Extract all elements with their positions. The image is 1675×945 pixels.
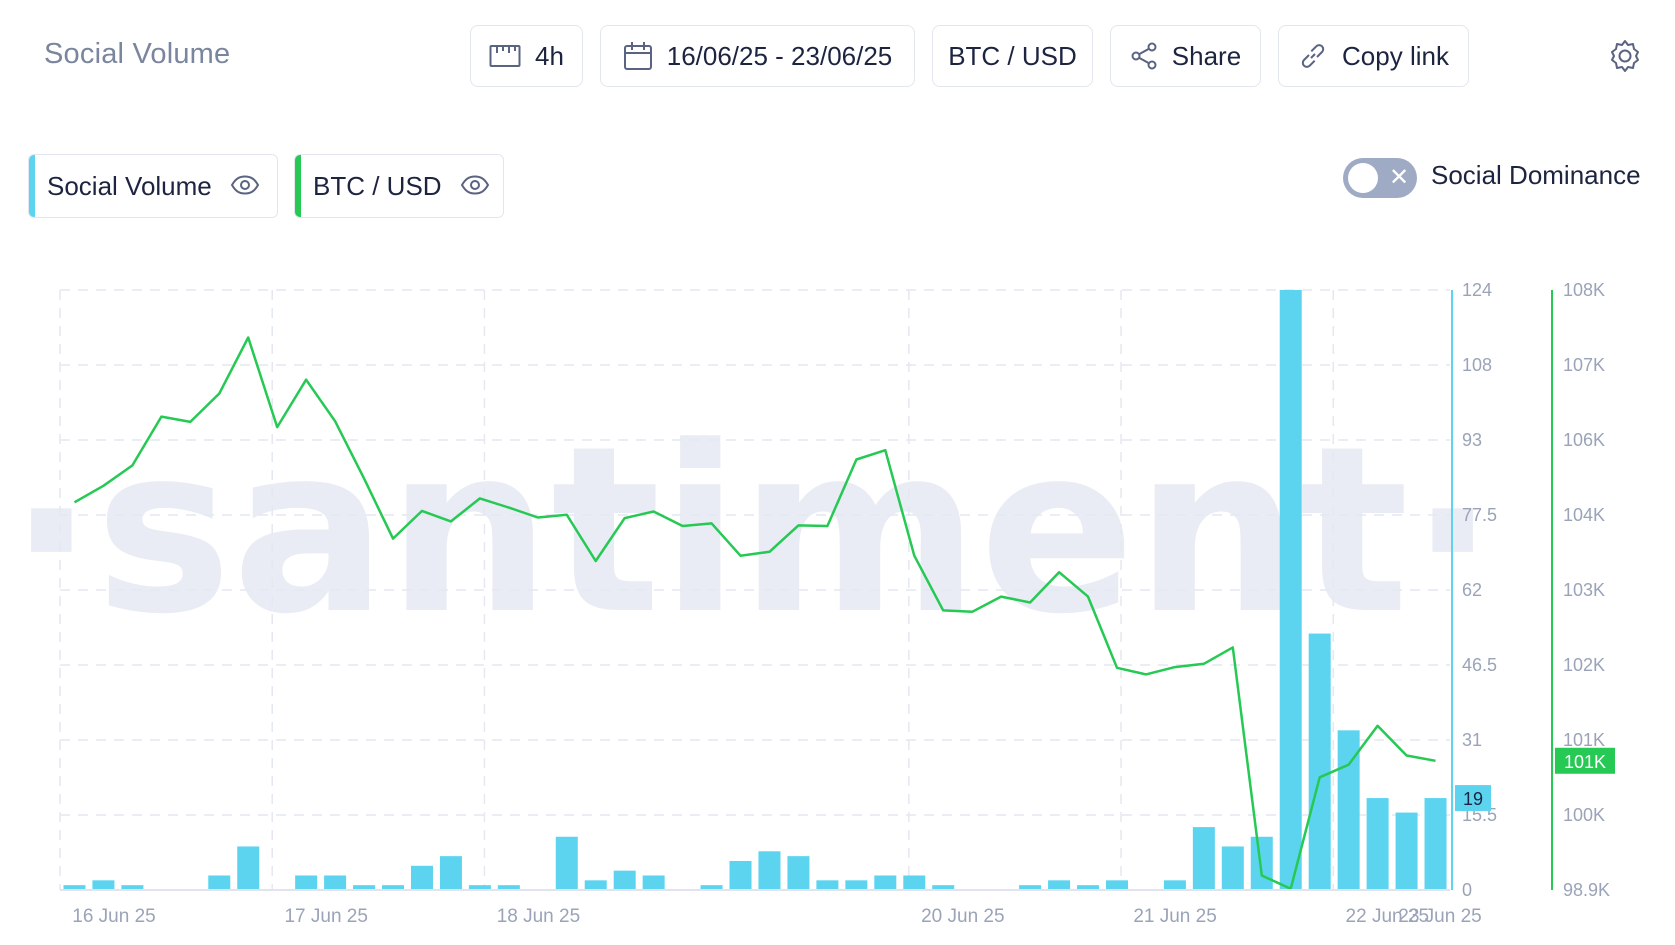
- volume-bar[interactable]: [237, 846, 260, 890]
- volume-bar[interactable]: [208, 875, 231, 890]
- volume-bar[interactable]: [1192, 827, 1215, 890]
- volume-bar[interactable]: [758, 851, 781, 890]
- volume-axis-tick: 31: [1462, 730, 1482, 750]
- volume-bar[interactable]: [1279, 290, 1302, 890]
- volume-bar[interactable]: [1163, 880, 1186, 890]
- volume-bar[interactable]: [410, 865, 433, 890]
- price-axis-tick: 103K: [1563, 580, 1605, 600]
- price-axis-tick: 108K: [1563, 280, 1605, 300]
- volume-bar[interactable]: [439, 856, 462, 890]
- price-axis-tick: 101K: [1563, 730, 1605, 750]
- price-axis-tick: 98.9K: [1563, 880, 1610, 900]
- x-axis-tick: 23 Jun 25: [1398, 906, 1481, 927]
- price-axis-tick: 106K: [1563, 430, 1605, 450]
- volume-bar[interactable]: [295, 875, 318, 890]
- x-axis-tick: 16 Jun 25: [72, 906, 155, 927]
- volume-bar[interactable]: [845, 880, 868, 890]
- volume-bar[interactable]: [1366, 798, 1389, 890]
- volume-bar[interactable]: [555, 836, 578, 890]
- price-last-value: 101K: [1564, 752, 1606, 772]
- price-axis-tick: 102K: [1563, 655, 1605, 675]
- volume-axis-tick: 62: [1462, 580, 1482, 600]
- volume-bar[interactable]: [787, 856, 810, 890]
- volume-bar[interactable]: [1308, 633, 1331, 890]
- x-axis-tick: 17 Jun 25: [284, 906, 367, 927]
- volume-bar[interactable]: [816, 880, 839, 890]
- price-axis-tick: 107K: [1563, 355, 1605, 375]
- volume-last-value: 19: [1463, 789, 1483, 809]
- volume-bar[interactable]: [584, 880, 607, 890]
- volume-bar[interactable]: [324, 875, 347, 890]
- volume-bar[interactable]: [874, 875, 897, 890]
- volume-bar[interactable]: [1250, 836, 1273, 890]
- volume-bar[interactable]: [642, 875, 665, 890]
- volume-bar[interactable]: [1424, 798, 1447, 890]
- volume-axis-tick: 77.5: [1462, 505, 1497, 525]
- x-axis-tick: 20 Jun 25: [921, 906, 1004, 927]
- chart-area: ·santiment· 015.53146.56277.59310812498.…: [8, 280, 1615, 927]
- volume-axis-tick: 0: [1462, 880, 1472, 900]
- volume-bar[interactable]: [92, 880, 115, 890]
- volume-bar[interactable]: [1105, 880, 1128, 890]
- volume-bar[interactable]: [903, 875, 926, 890]
- volume-bar[interactable]: [1048, 880, 1071, 890]
- watermark-logo: ·santiment·: [8, 398, 1497, 665]
- volume-bar[interactable]: [1395, 812, 1418, 890]
- volume-axis-tick: 93: [1462, 430, 1482, 450]
- volume-axis-tick: 124: [1462, 280, 1492, 300]
- volume-bar[interactable]: [613, 870, 636, 890]
- x-axis-tick: 21 Jun 25: [1133, 906, 1216, 927]
- volume-axis-tick: 46.5: [1462, 655, 1497, 675]
- volume-bar[interactable]: [1221, 846, 1244, 890]
- volume-axis-tick: 108: [1462, 355, 1492, 375]
- x-axis-tick: 18 Jun 25: [497, 906, 580, 927]
- price-axis-tick: 100K: [1563, 805, 1605, 825]
- volume-bar[interactable]: [729, 860, 752, 890]
- price-axis-tick: 104K: [1563, 505, 1605, 525]
